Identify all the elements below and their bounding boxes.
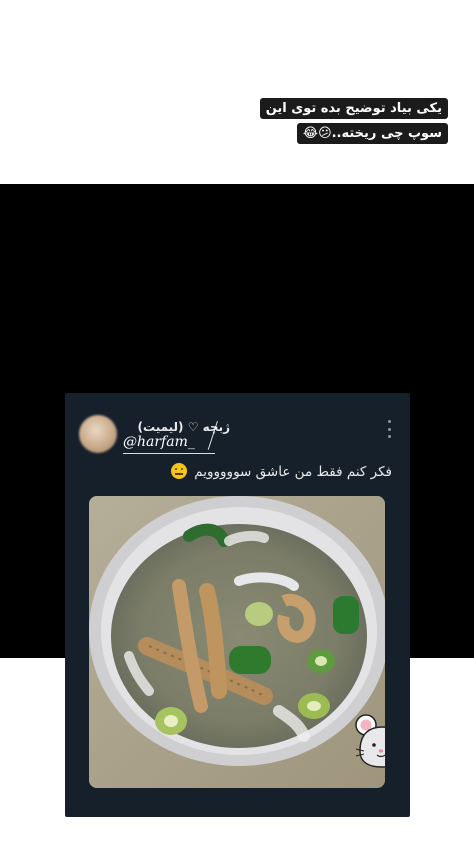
tweet-text-content: فکر کنم فقط من عاشق سووووویم — [194, 464, 392, 480]
neutral-face-emoji-icon — [170, 463, 187, 479]
mouse-sticker — [354, 711, 385, 769]
screenshot-background: ژبچه ♡ (لیمیت) @harfam_ فکر کنم فقط من ع… — [0, 184, 474, 817]
more-vertical-icon[interactable] — [386, 420, 392, 438]
soup-photo[interactable] — [89, 496, 385, 788]
tweet-text: فکر کنم فقط من عاشق سووووویم — [170, 463, 392, 480]
avatar[interactable] — [79, 415, 117, 453]
tweet-card[interactable]: ژبچه ♡ (لیمیت) @harfam_ فکر کنم فقط من ع… — [65, 393, 410, 817]
story-caption-line-1: یکی بیاد توضیح بده توی این — [259, 98, 448, 119]
handle-scribble — [123, 453, 215, 454]
story-caption-line-2: سوپ چی ریخته..😕😂 — [296, 123, 448, 144]
mouse-icon — [355, 714, 385, 768]
user-handle[interactable]: @harfam_ — [123, 434, 195, 450]
soup-photo-illustration — [89, 496, 385, 788]
